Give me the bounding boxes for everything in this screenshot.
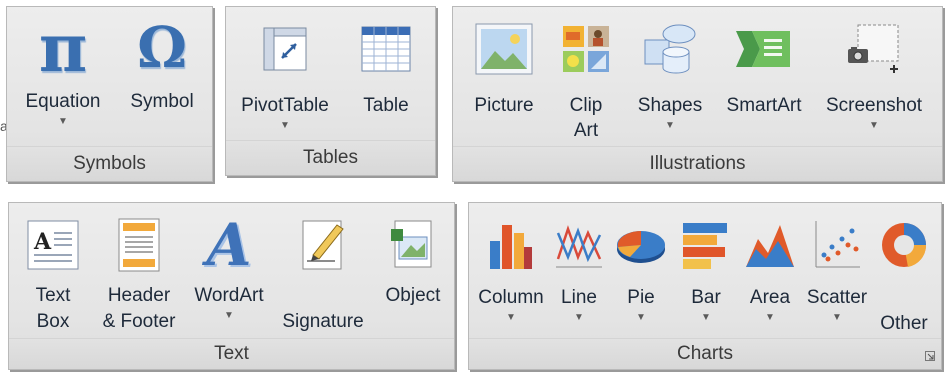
- dialog-launcher-icon[interactable]: [925, 351, 935, 361]
- wordart-label: WordArt: [194, 285, 264, 306]
- column-chart-dropdown-caret[interactable]: ▼: [506, 313, 516, 323]
- table-label: Table: [363, 95, 409, 116]
- header-footer-button[interactable]: Header & Footer: [93, 203, 185, 335]
- screenshot-dropdown-caret[interactable]: ▼: [869, 121, 879, 131]
- screenshot-label: Screenshot: [825, 95, 923, 116]
- table-icon: [356, 19, 416, 79]
- group-label-charts: Charts: [469, 338, 941, 369]
- other-charts-icon: [874, 215, 934, 275]
- picture-icon: [474, 19, 534, 79]
- group-label-tables: Tables: [226, 140, 435, 175]
- textbox-label: Text Box: [35, 285, 71, 332]
- smartart-icon: [734, 19, 794, 79]
- screenshot-button[interactable]: Screenshot ▼: [815, 7, 933, 131]
- object-button[interactable]: Object: [375, 203, 451, 309]
- wordart-button[interactable]: A WordArt ▼: [187, 203, 271, 321]
- screenshot-icon: [844, 19, 904, 79]
- group-illustrations: Picture Clip Art Shapes ▼ SmartArt Scree…: [452, 6, 943, 182]
- shapes-dropdown-caret[interactable]: ▼: [665, 121, 675, 131]
- object-label: Object: [385, 285, 441, 306]
- column-chart-button[interactable]: Column ▼: [473, 203, 549, 323]
- bar-chart-dropdown-caret[interactable]: ▼: [701, 313, 711, 323]
- textbox-button[interactable]: A Text Box: [15, 203, 91, 335]
- scatter-chart-label: Scatter: [806, 287, 868, 308]
- group-text: A Text Box Header & Footer A WordArt ▼ S…: [8, 202, 455, 370]
- shapes-label: Shapes: [637, 95, 703, 116]
- object-icon: [383, 215, 443, 275]
- pivottable-button[interactable]: PivotTable ▼: [230, 7, 340, 131]
- pivottable-dropdown-caret[interactable]: ▼: [280, 121, 290, 131]
- group-label-text: Text: [9, 338, 454, 369]
- bar-chart-label: Bar: [691, 287, 721, 308]
- group-tables: PivotTable ▼ Table Tables: [225, 6, 436, 176]
- clipart-icon: [556, 19, 616, 79]
- group-label-symbols: Symbols: [7, 146, 212, 181]
- symbol-button[interactable]: Ω Symbol: [121, 7, 203, 115]
- smartart-button[interactable]: SmartArt: [715, 7, 813, 119]
- table-button[interactable]: Table: [346, 7, 426, 119]
- picture-label: Picture: [474, 95, 534, 116]
- omega-icon: Ω: [137, 15, 187, 81]
- bar-chart-button[interactable]: Bar ▼: [673, 203, 739, 323]
- line-chart-button[interactable]: Line ▼: [547, 203, 611, 323]
- header-footer-icon: [109, 215, 169, 275]
- scatter-chart-icon: [807, 215, 867, 275]
- pie-chart-label: Pie: [627, 287, 655, 308]
- area-chart-button[interactable]: Area ▼: [737, 203, 803, 323]
- area-chart-icon: [740, 215, 800, 275]
- group-charts: Column ▼ Line ▼ Pie ▼ Bar ▼ Area ▼ Scatt…: [468, 202, 942, 370]
- group-label-illustrations: Illustrations: [453, 146, 942, 181]
- shapes-icon: [640, 19, 700, 79]
- scatter-chart-button[interactable]: Scatter ▼: [803, 203, 871, 323]
- symbol-label: Symbol: [130, 91, 194, 112]
- area-chart-dropdown-caret[interactable]: ▼: [765, 313, 775, 323]
- textbox-letter: A: [33, 229, 52, 255]
- pi-icon: π: [38, 9, 88, 87]
- scatter-chart-dropdown-caret[interactable]: ▼: [832, 313, 842, 323]
- smartart-label: SmartArt: [726, 95, 802, 116]
- line-chart-label: Line: [561, 287, 597, 308]
- column-chart-label: Column: [478, 287, 544, 308]
- equation-dropdown-caret[interactable]: ▼: [58, 117, 68, 127]
- wordart-dropdown-caret[interactable]: ▼: [224, 311, 234, 321]
- signature-line-icon: [293, 215, 353, 275]
- equation-button[interactable]: π Equation ▼: [17, 7, 109, 127]
- wordart-icon: A: [206, 211, 252, 279]
- shapes-button[interactable]: Shapes ▼: [627, 7, 713, 131]
- line-chart-icon: [549, 215, 609, 275]
- pivottable-icon: [255, 19, 315, 79]
- bar-chart-icon: [676, 215, 736, 275]
- pie-chart-dropdown-caret[interactable]: ▼: [636, 313, 646, 323]
- header-footer-label: Header & Footer: [102, 285, 176, 332]
- pie-chart-button[interactable]: Pie ▼: [609, 203, 673, 323]
- pivottable-label: PivotTable: [241, 95, 329, 116]
- picture-button[interactable]: Picture: [461, 7, 547, 119]
- textbox-icon: A: [23, 215, 83, 275]
- pie-chart-icon: [611, 215, 671, 275]
- column-chart-icon: [481, 215, 541, 275]
- group-symbols: π Equation ▼ Ω Symbol Symbols: [6, 6, 213, 182]
- line-chart-dropdown-caret[interactable]: ▼: [574, 313, 584, 323]
- clipart-button[interactable]: Clip Art: [547, 7, 625, 143]
- equation-label: Equation: [25, 91, 101, 112]
- clipart-label: Clip Art: [569, 95, 603, 141]
- area-chart-label: Area: [749, 287, 791, 308]
